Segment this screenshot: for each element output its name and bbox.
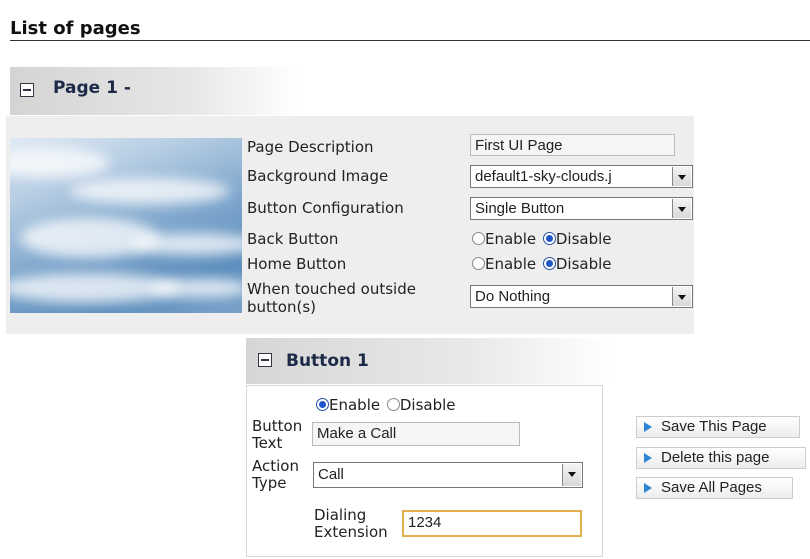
button-configuration-value: Single Button: [475, 200, 565, 217]
button-disable-label: Disable: [399, 396, 456, 414]
home-button-radio-group: Enable Disable: [472, 255, 614, 273]
button-enable-radio[interactable]: [316, 398, 329, 411]
button-text-label: Button Text: [252, 417, 303, 452]
play-arrow-icon: [644, 422, 652, 432]
back-button-label: Back Button: [247, 230, 339, 248]
button-text-field[interactable]: Make a Call: [312, 422, 520, 446]
delete-this-page-button[interactable]: Delete this page: [636, 447, 806, 469]
play-arrow-icon: [644, 453, 652, 463]
button-enable-radio-group: Enable Disable: [316, 396, 458, 414]
button-enable-label: Enable: [329, 396, 381, 414]
save-all-pages-button[interactable]: Save All Pages: [636, 477, 793, 499]
delete-this-page-label: Delete this page: [661, 449, 770, 466]
home-button-label: Home Button: [247, 255, 347, 273]
save-this-page-label: Save This Page: [661, 418, 767, 435]
button-title: Button 1: [286, 351, 369, 371]
background-image-preview: [10, 138, 242, 313]
button-configuration-select[interactable]: Single Button: [470, 197, 693, 220]
collapse-icon[interactable]: [20, 83, 34, 97]
background-image-select[interactable]: default1-sky-clouds.j: [470, 165, 693, 188]
back-disable-radio[interactable]: [542, 232, 556, 245]
dialing-extension-field[interactable]: 1234: [402, 510, 582, 537]
section-title: List of pages: [10, 18, 141, 39]
page-title: Page 1 -: [53, 78, 131, 98]
chevron-down-icon[interactable]: [562, 464, 581, 486]
save-all-pages-label: Save All Pages: [661, 479, 762, 496]
action-type-select[interactable]: Call: [313, 462, 583, 488]
play-arrow-icon: [644, 483, 652, 493]
page-description-label: Page Description: [247, 138, 374, 156]
dialing-extension-label: Dialing Extension: [314, 506, 388, 541]
collapse-icon[interactable]: [258, 353, 272, 367]
background-image-value: default1-sky-clouds.j: [475, 168, 612, 185]
home-disable-radio[interactable]: [542, 257, 556, 270]
back-button-radio-group: Enable Disable: [472, 230, 614, 248]
chevron-down-icon[interactable]: [672, 199, 691, 218]
title-divider: [10, 40, 810, 41]
action-type-value: Call: [318, 466, 344, 483]
home-enable-label: Enable: [485, 255, 537, 273]
chevron-down-icon[interactable]: [672, 287, 691, 306]
save-this-page-button[interactable]: Save This Page: [636, 416, 800, 438]
touched-outside-value: Do Nothing: [475, 288, 551, 305]
home-disable-label: Disable: [555, 255, 612, 273]
touched-outside-label: When touched outside button(s): [247, 280, 416, 316]
chevron-down-icon[interactable]: [672, 167, 691, 186]
home-enable-radio[interactable]: [472, 257, 485, 270]
button-configuration-label: Button Configuration: [247, 199, 404, 217]
touched-outside-select[interactable]: Do Nothing: [470, 285, 693, 308]
back-disable-label: Disable: [555, 230, 612, 248]
background-image-label: Background Image: [247, 167, 389, 185]
action-type-label: Action Type: [252, 457, 299, 492]
back-enable-radio[interactable]: [472, 232, 485, 245]
page-description-field[interactable]: First UI Page: [470, 134, 675, 156]
back-enable-label: Enable: [485, 230, 537, 248]
button-disable-radio[interactable]: [386, 398, 400, 411]
